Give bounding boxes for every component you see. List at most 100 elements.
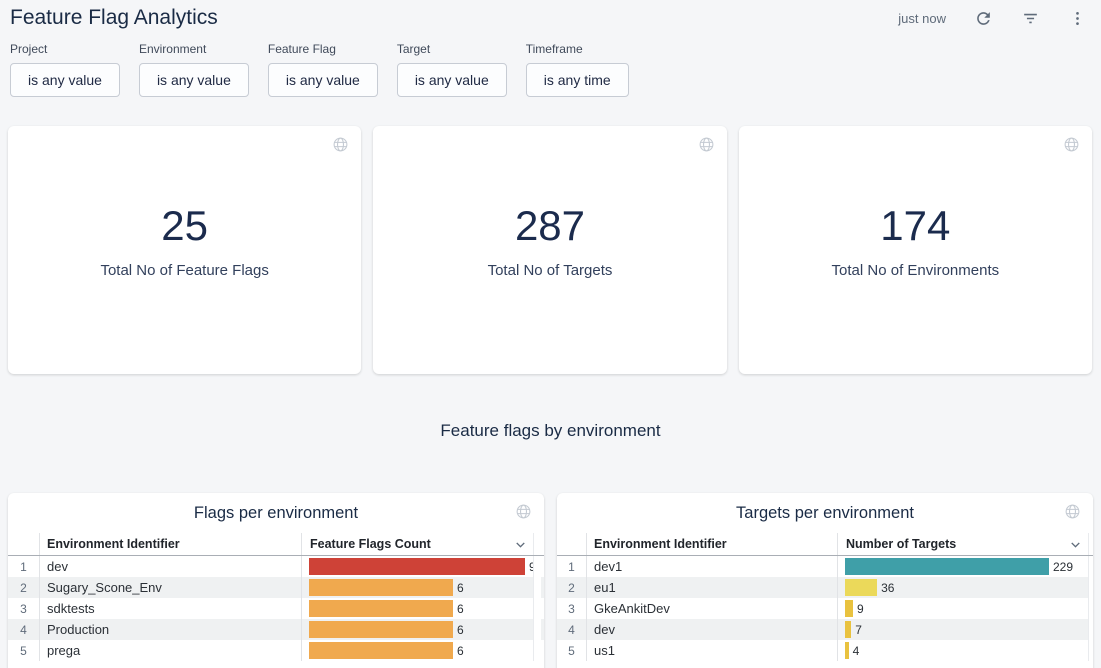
flags-per-environment-card: Flags per environment Environment Identi… [8,493,544,668]
filter-value-button[interactable]: is any time [526,63,629,97]
table-row: 5us14 [557,640,1093,661]
filter-target: Target is any value [397,42,507,97]
environment-identifier-cell: dev [587,619,838,640]
filter-value-button[interactable]: is any value [10,63,120,97]
environment-identifier-cell: prega [40,640,302,661]
row-index: 2 [557,577,587,598]
column-header-label: Feature Flags Count [310,537,431,551]
row-gutter [533,577,541,598]
kebab-menu-icon[interactable] [1067,8,1087,28]
row-index: 5 [8,640,40,661]
table-row: 3GkeAnkitDev9 [557,598,1093,619]
filter-label: Project [10,42,120,56]
header-gutter [1088,533,1093,555]
bar-value-label: 9 [857,602,864,616]
value-bar [309,621,453,638]
table-row: 4Production 6 [8,619,544,640]
value-bar [309,579,453,596]
column-header-label: Number of Targets [846,537,956,551]
filter-environment: Environment is any value [139,42,249,97]
row-index: 2 [8,577,40,598]
row-gutter [1088,598,1093,619]
kpi-card-targets: 287 Total No of Targets [373,126,726,374]
bar-value-label: 6 [457,581,464,595]
row-index: 1 [557,556,587,577]
table-header-bar: Flags per environment [8,493,544,533]
dashboard-page: Feature Flag Analytics just now Project … [0,0,1101,668]
table-row: 2Sugary_Scone_Env6 [8,577,544,598]
row-index: 4 [557,619,587,640]
column-header-count[interactable]: Number of Targets [838,533,1088,555]
bar-value-label: 229 [1053,560,1073,574]
tables-row: Flags per environment Environment Identi… [8,493,1093,668]
row-gutter [1088,619,1093,640]
header-gutter [533,533,541,555]
column-header-environment[interactable]: Environment Identifier [587,533,838,555]
kpi-content: 174 Total No of Environments [832,203,1000,279]
environment-identifier-cell: dev [40,556,302,577]
kpi-label: Total No of Feature Flags [100,262,268,279]
kpi-label: Total No of Environments [832,262,1000,279]
environment-identifier-cell: Production [40,619,302,640]
row-gutter [533,619,541,640]
targets-per-environment-card: Targets per environment Environment Iden… [557,493,1093,668]
refresh-icon[interactable] [973,8,993,28]
row-index: 4 [8,619,40,640]
value-bar [309,642,453,659]
kpi-value: 25 [161,203,208,249]
filter-value-button[interactable]: is any value [139,63,249,97]
row-gutter [533,598,541,619]
kpi-value: 174 [880,203,950,249]
value-bar [309,558,525,575]
chevron-down-icon[interactable] [1068,537,1083,552]
globe-icon [1064,503,1081,520]
count-bar-cell: 6 [302,577,533,598]
header-actions: just now [898,8,1087,28]
count-bar-cell: 229 [838,556,1088,577]
kpi-value: 287 [515,203,585,249]
filter-project: Project is any value [10,42,120,97]
kpi-label: Total No of Targets [488,262,613,279]
globe-icon [698,136,715,153]
filter-label: Timeframe [526,42,629,56]
chevron-down-icon[interactable] [513,537,528,552]
table-column-headers: Environment Identifier Feature Flags Cou… [8,533,544,556]
bar-value-label: 4 [853,644,860,658]
count-bar-cell: 7 [838,619,1088,640]
value-bar [845,600,853,617]
row-gutter [1088,556,1093,577]
table-title: Flags per environment [194,504,358,523]
table-row: 1dev9 [8,556,544,577]
filter-value-button[interactable]: is any value [268,63,378,97]
row-gutter [1088,640,1093,661]
column-header-environment[interactable]: Environment Identifier [40,533,302,555]
section-title: Feature flags by environment [0,421,1101,441]
filter-label: Target [397,42,507,56]
row-index: 3 [8,598,40,619]
page-title: Feature Flag Analytics [10,3,218,33]
environment-identifier-cell: eu1 [587,577,838,598]
filter-value-button[interactable]: is any value [397,63,507,97]
filter-label: Feature Flag [268,42,378,56]
table-body: 1dev92Sugary_Scone_Env63sdktests64Produc… [8,556,544,661]
kpi-card-feature-flags: 25 Total No of Feature Flags [8,126,361,374]
filter-icon[interactable] [1020,8,1040,28]
value-bar [309,600,453,617]
value-bar [845,558,1049,575]
value-bar [845,579,877,596]
bar-value-label: 6 [457,602,464,616]
environment-identifier-cell: dev1 [587,556,838,577]
row-number-column-header [557,533,587,555]
globe-icon [515,503,532,520]
value-bar [845,642,849,659]
row-index: 3 [557,598,587,619]
table-row: 3sdktests6 [8,598,544,619]
column-header-count[interactable]: Feature Flags Count [302,533,533,555]
table-title: Targets per environment [736,504,914,523]
row-gutter [533,556,541,577]
count-bar-cell: 6 [302,598,533,619]
filter-label: Environment [139,42,249,56]
table-row: 4dev7 [557,619,1093,640]
bar-value-label: 6 [457,623,464,637]
kpi-row: 25 Total No of Feature Flags 287 Total N… [8,126,1092,374]
